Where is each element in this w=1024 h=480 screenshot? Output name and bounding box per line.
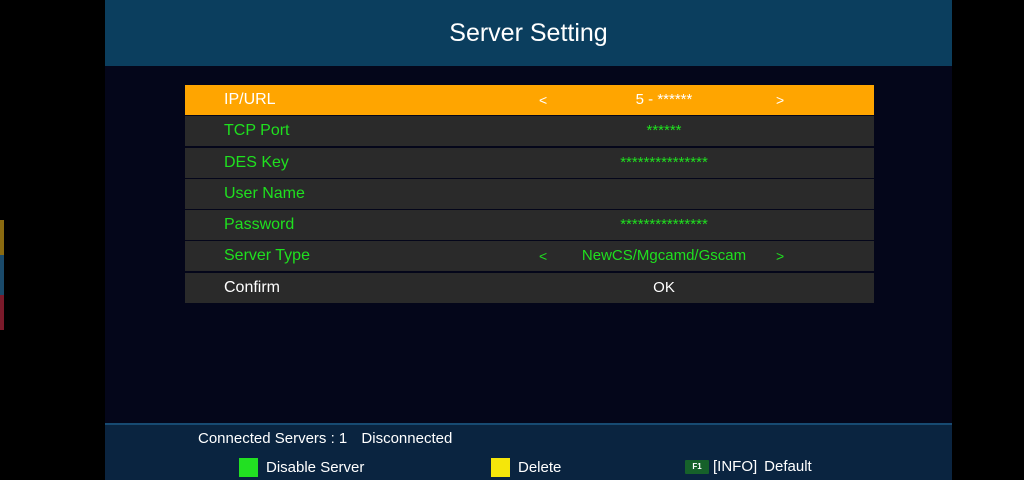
field-value: NewCS/Mgcamd/Gscam	[581, 247, 747, 265]
connection-state: Disconnected	[361, 430, 453, 447]
arrow-right-icon[interactable]: >	[776, 85, 784, 115]
title-bar: Server Setting	[105, 0, 952, 66]
green-key-icon	[239, 458, 258, 477]
field-label: Password	[224, 216, 295, 234]
field-label: TCP Port	[224, 122, 290, 140]
connected-servers-count: Connected Servers : 1	[198, 430, 348, 447]
field-row-tcp-port[interactable]: TCP Port ******	[185, 116, 874, 147]
field-label: IP/URL	[224, 91, 276, 108]
default-key[interactable]: F1 [INFO] Default	[685, 458, 812, 475]
field-row-user-name[interactable]: User Name	[185, 178, 874, 209]
yellow-key-icon	[491, 458, 510, 477]
field-value: ***************	[620, 153, 708, 171]
left-edge-strip-amber	[0, 220, 4, 255]
field-row-password[interactable]: Password ***************	[185, 210, 874, 241]
field-value: 5 - ******	[635, 91, 693, 108]
arrow-left-icon[interactable]: <	[539, 241, 547, 271]
footer-bar: Connected Servers : 1 Disconnected Disab…	[105, 423, 952, 480]
field-label: Server Type	[224, 247, 310, 265]
info-key-label: [INFO]	[713, 458, 758, 475]
page-title: Server Setting	[449, 18, 608, 47]
field-label: Confirm	[224, 278, 281, 296]
field-label: DES Key	[224, 153, 289, 171]
connection-status: Connected Servers : 1 Disconnected	[198, 430, 462, 447]
default-label: Default	[764, 458, 812, 475]
disable-server-key[interactable]: Disable Server	[239, 458, 364, 477]
field-value: ***************	[620, 216, 708, 234]
field-row-server-type[interactable]: Server Type < NewCS/Mgcamd/Gscam >	[185, 241, 874, 272]
left-edge-strip-blue	[0, 255, 4, 295]
field-label: User Name	[224, 184, 305, 202]
arrow-left-icon[interactable]: <	[539, 85, 547, 115]
field-row-ip-url[interactable]: IP/URL < 5 - ****** >	[185, 85, 874, 115]
server-settings-menu: IP/URL < 5 - ****** > TCP Port ****** DE…	[185, 85, 874, 304]
confirm-row[interactable]: Confirm OK	[185, 272, 874, 303]
arrow-right-icon[interactable]: >	[776, 241, 784, 271]
confirm-ok-button[interactable]: OK	[560, 273, 768, 303]
left-edge-strip-red	[0, 295, 4, 330]
disable-server-label: Disable Server	[266, 459, 365, 476]
tv-screen: Server Setting IP/URL < 5 - ****** > TCP…	[105, 0, 952, 480]
f1-key-icon: F1	[685, 459, 709, 474]
delete-label: Delete	[518, 459, 562, 476]
delete-key[interactable]: Delete	[491, 458, 561, 477]
field-row-des-key[interactable]: DES Key ***************	[185, 147, 874, 178]
field-value: ******	[646, 122, 682, 140]
